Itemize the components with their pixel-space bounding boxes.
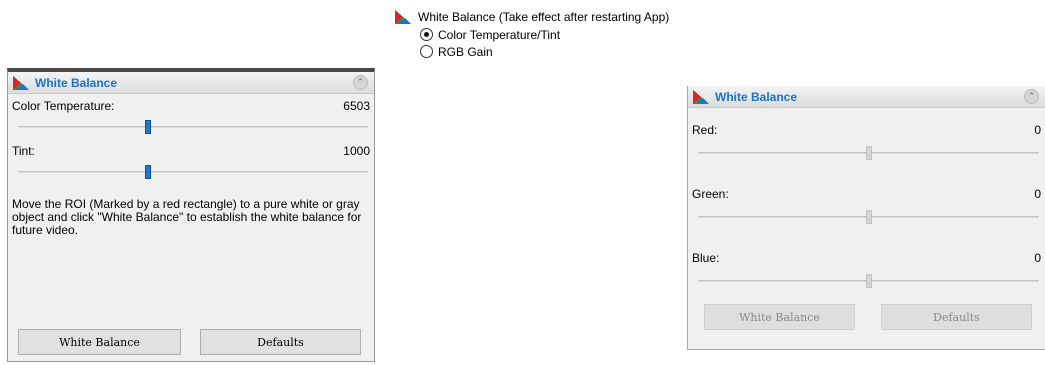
- defaults-button[interactable]: Defaults: [200, 329, 361, 355]
- panel-header: White Balance ⌃: [8, 72, 374, 94]
- panel-title: White Balance: [715, 89, 798, 104]
- slider-thumb[interactable]: [866, 274, 872, 288]
- instructions-text: Move the ROI (Marked by a red rectangle)…: [12, 197, 362, 237]
- temperature-row: Color Temperature: 6503: [8, 98, 374, 114]
- radio-unselected-icon[interactable]: [420, 45, 433, 58]
- blue-slider[interactable]: [698, 274, 1039, 288]
- red-row: Red: 0: [688, 122, 1045, 138]
- radio-rgb-gain[interactable]: RGB Gain: [420, 43, 669, 60]
- radio-label: RGB Gain: [438, 44, 493, 59]
- slider-track: [18, 126, 368, 128]
- panel-header: White Balance ⌃: [688, 86, 1045, 108]
- slider-thumb[interactable]: [145, 165, 151, 179]
- red-slider[interactable]: [698, 146, 1039, 160]
- tint-row: Tint: 1000: [8, 143, 374, 159]
- slider-track: [18, 171, 368, 173]
- radio-color-temperature-tint[interactable]: Color Temperature/Tint: [420, 26, 669, 43]
- tint-label: Tint:: [12, 144, 35, 158]
- mode-group-title: White Balance (Take effect after restart…: [418, 10, 670, 24]
- green-slider[interactable]: [698, 210, 1039, 224]
- collapse-up-icon[interactable]: ⌃: [353, 75, 368, 90]
- mode-group-header: White Balance (Take effect after restart…: [394, 8, 669, 26]
- red-value: 0: [1034, 123, 1041, 137]
- temperature-label: Color Temperature:: [12, 99, 115, 113]
- white-balance-icon: [395, 10, 411, 24]
- green-label: Green:: [692, 187, 729, 201]
- green-row: Green: 0: [688, 186, 1045, 202]
- temperature-value: 6503: [343, 99, 370, 113]
- panel-title: White Balance: [35, 75, 118, 90]
- blue-value: 0: [1034, 251, 1041, 265]
- slider-thumb[interactable]: [866, 210, 872, 224]
- white-balance-icon: [693, 89, 709, 104]
- white-balance-icon: [13, 75, 29, 90]
- tint-slider[interactable]: [18, 165, 368, 179]
- slider-thumb[interactable]: [866, 146, 872, 160]
- radio-label: Color Temperature/Tint: [438, 27, 561, 42]
- defaults-button[interactable]: Defaults: [881, 304, 1032, 330]
- white-balance-panel-temp-tint: White Balance ⌃ Color Temperature: 6503 …: [7, 68, 375, 362]
- white-balance-panel-rgb: White Balance ⌃ Red: 0 Green: 0 Blue: 0 …: [687, 86, 1045, 350]
- tint-value: 1000: [343, 144, 370, 158]
- green-value: 0: [1034, 187, 1041, 201]
- white-balance-button[interactable]: White Balance: [704, 304, 855, 330]
- white-balance-button[interactable]: White Balance: [18, 329, 181, 355]
- blue-label: Blue:: [692, 251, 720, 265]
- white-balance-mode-group: White Balance (Take effect after restart…: [394, 8, 669, 60]
- collapse-up-icon[interactable]: ⌃: [1024, 89, 1039, 104]
- radio-selected-icon[interactable]: [420, 28, 433, 41]
- blue-row: Blue: 0: [688, 250, 1045, 266]
- red-label: Red:: [692, 123, 718, 137]
- slider-thumb[interactable]: [145, 120, 151, 134]
- temperature-slider[interactable]: [18, 120, 368, 134]
